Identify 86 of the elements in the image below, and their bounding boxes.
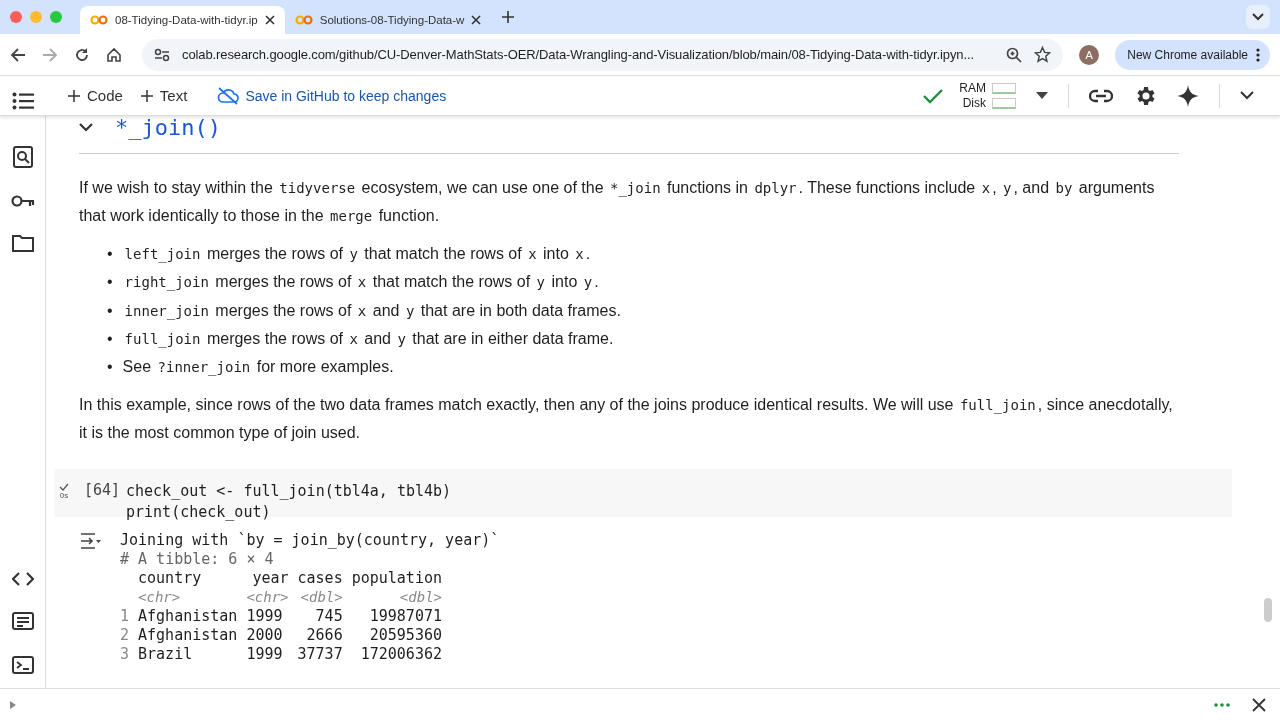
bullet-marker: • [107, 357, 113, 378]
table-cell: Afghanistan [138, 607, 238, 627]
code-editor[interactable]: check_out <- full_join(tbl4a, tbl4b) print(check_out) [126, 481, 826, 524]
tab-search-button[interactable] [1246, 5, 1270, 29]
column-header: cases [297, 569, 343, 589]
row-number: 2 [120, 626, 130, 646]
table-cell-text: 172006362 [359, 645, 442, 665]
close-icon[interactable] [1252, 697, 1266, 712]
folder-icon[interactable] [11, 234, 34, 252]
column-header: population [351, 569, 442, 589]
reload-icon[interactable] [74, 46, 90, 63]
table-cell-text: Brazil [138, 645, 194, 665]
resources-indicator[interactable]: RAM Disk [959, 81, 1016, 110]
collapse-section-icon[interactable] [79, 122, 93, 132]
bullet-marker: • [107, 272, 113, 293]
column-type: <dbl> [299, 588, 343, 608]
terminal-icon[interactable] [11, 656, 34, 674]
find-icon[interactable] [12, 146, 33, 168]
bullet-item: inner_join merges the rows of x and y that are in both data frames. [123, 300, 621, 322]
table-cell-text: 19987071 [368, 607, 442, 627]
column-header: year [251, 569, 289, 589]
bullet-marker: • [107, 328, 113, 349]
site-settings-icon[interactable] [154, 47, 170, 62]
execution-count: [64] [82, 481, 120, 500]
row-number: 1 [120, 607, 130, 627]
zoom-icon[interactable] [1006, 46, 1023, 63]
table-of-contents-icon[interactable] [12, 91, 34, 110]
sparkle-icon[interactable] [1177, 84, 1199, 107]
dropdown-caret-icon[interactable] [1036, 92, 1048, 99]
add-text-button[interactable]: Text [138, 83, 190, 108]
table-cell-text: 20595360 [368, 626, 442, 646]
back-icon[interactable] [10, 46, 26, 63]
execution-time: 0s [59, 491, 69, 501]
expand-panel-icon[interactable] [10, 700, 16, 709]
table-cell-text: 2000 [246, 626, 284, 646]
bullet-item: See ?inner_join for more examples. [122, 357, 394, 378]
link-icon[interactable] [1089, 88, 1113, 103]
code-snippets-icon[interactable] [11, 572, 34, 586]
home-icon[interactable] [106, 46, 122, 63]
table-cell-text: 1999 [246, 645, 284, 665]
column-type: <chr> [246, 588, 289, 608]
table-cell: 37737 [297, 645, 343, 665]
plus-icon [68, 89, 80, 102]
scrollbar-thumb[interactable] [1264, 598, 1272, 622]
close-tab-icon[interactable] [471, 15, 482, 25]
new-tab-icon[interactable] [501, 10, 516, 24]
table-cell-text: 2666 [305, 626, 343, 646]
column-header: country [138, 569, 203, 589]
colab-logo-icon [90, 15, 108, 25]
collapse-caret-icon[interactable] [1240, 91, 1254, 100]
tibble-summary: # A tibble: 6 × 4 [120, 550, 275, 570]
add-code-button[interactable]: Code [66, 83, 125, 108]
command-palette-icon[interactable] [11, 612, 34, 630]
profile-avatar[interactable]: A [1079, 44, 1100, 65]
update-chrome-button[interactable]: New Chrome available [1115, 39, 1270, 70]
more-options-icon[interactable] [1214, 702, 1230, 707]
checkmark-icon [923, 87, 944, 104]
bullet-item: full_join merges the rows of x and y that are in either data frame. [123, 328, 614, 350]
bookmark-star-icon[interactable] [1034, 46, 1052, 63]
table-cell-text: 745 [314, 607, 343, 627]
browser-tab[interactable]: 08-Tidying-Data-with-tidyr.ip [80, 6, 285, 34]
colab-logo-icon [294, 15, 313, 25]
bullet-marker: • [107, 244, 113, 264]
output-actions-icon[interactable] [80, 533, 102, 550]
table-cell-text: 1999 [246, 607, 284, 627]
table-cell: Afghanistan [138, 626, 238, 646]
row-number: 3 [120, 645, 130, 665]
bullet-item: left_join merges the rows of y that match the rows of x into x. [123, 244, 591, 265]
output-message: Joining with `by = join_by(country, year)` [120, 531, 500, 551]
cloud-off-icon [217, 86, 240, 105]
more-vertical-icon[interactable] [1256, 47, 1260, 62]
save-to-github-link[interactable]: Save in GitHub to keep changes [217, 86, 447, 105]
paragraph: In this example, since rows of the two data frames match exactly, then any of the joins produce identical results. We will use full_join, since anecdotally, it is the most common type of join used. [79, 395, 1174, 444]
close-tab-icon[interactable] [264, 15, 275, 25]
key-icon[interactable] [10, 194, 35, 208]
section-heading: *_join() [115, 116, 221, 140]
plus-icon [140, 89, 153, 102]
run-status-checkmark-icon [59, 483, 69, 492]
paragraph: If we wish to stay within the tidyverse ecosystem, we can use one of the *_join functions in dplyr. These functions include x, y, and by arguments that work identically to those in the merge function. [79, 178, 1156, 226]
address-bar[interactable]: colab.research.google.com/github/CU-Denver-MathStats-OER/Data-Wrangling-and-Visualization/blob/main/08-Tidying-Data-with-tidyr.ipyn... [142, 38, 1064, 71]
bullet-item: right_join merges the rows of x that match the rows of y into y. [123, 272, 599, 293]
column-type: <dbl> [398, 588, 442, 608]
column-type: <chr> [138, 588, 182, 608]
caret-icon [1252, 13, 1264, 21]
bullet-marker: • [107, 300, 113, 321]
browser-tab[interactable]: Solutions-08-Tidying-Data-w [284, 6, 492, 34]
